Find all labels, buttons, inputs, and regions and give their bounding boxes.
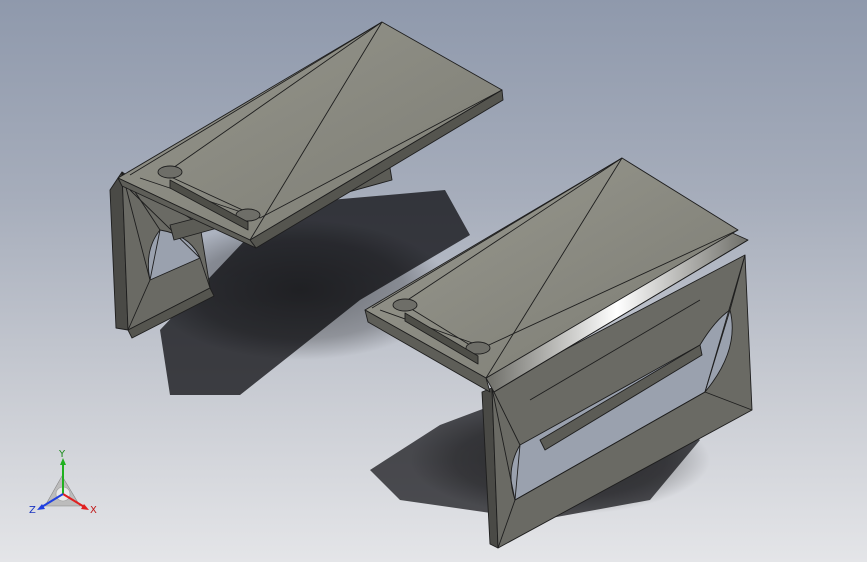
- model-scene[interactable]: [0, 0, 867, 562]
- view-orientation-triad[interactable]: [37, 458, 89, 510]
- triad-x-label: X: [90, 505, 97, 516]
- graphics-viewport[interactable]: Y X Z: [0, 0, 867, 562]
- triad-z-label: Z: [29, 505, 36, 516]
- triad-y-label: Y: [59, 449, 66, 460]
